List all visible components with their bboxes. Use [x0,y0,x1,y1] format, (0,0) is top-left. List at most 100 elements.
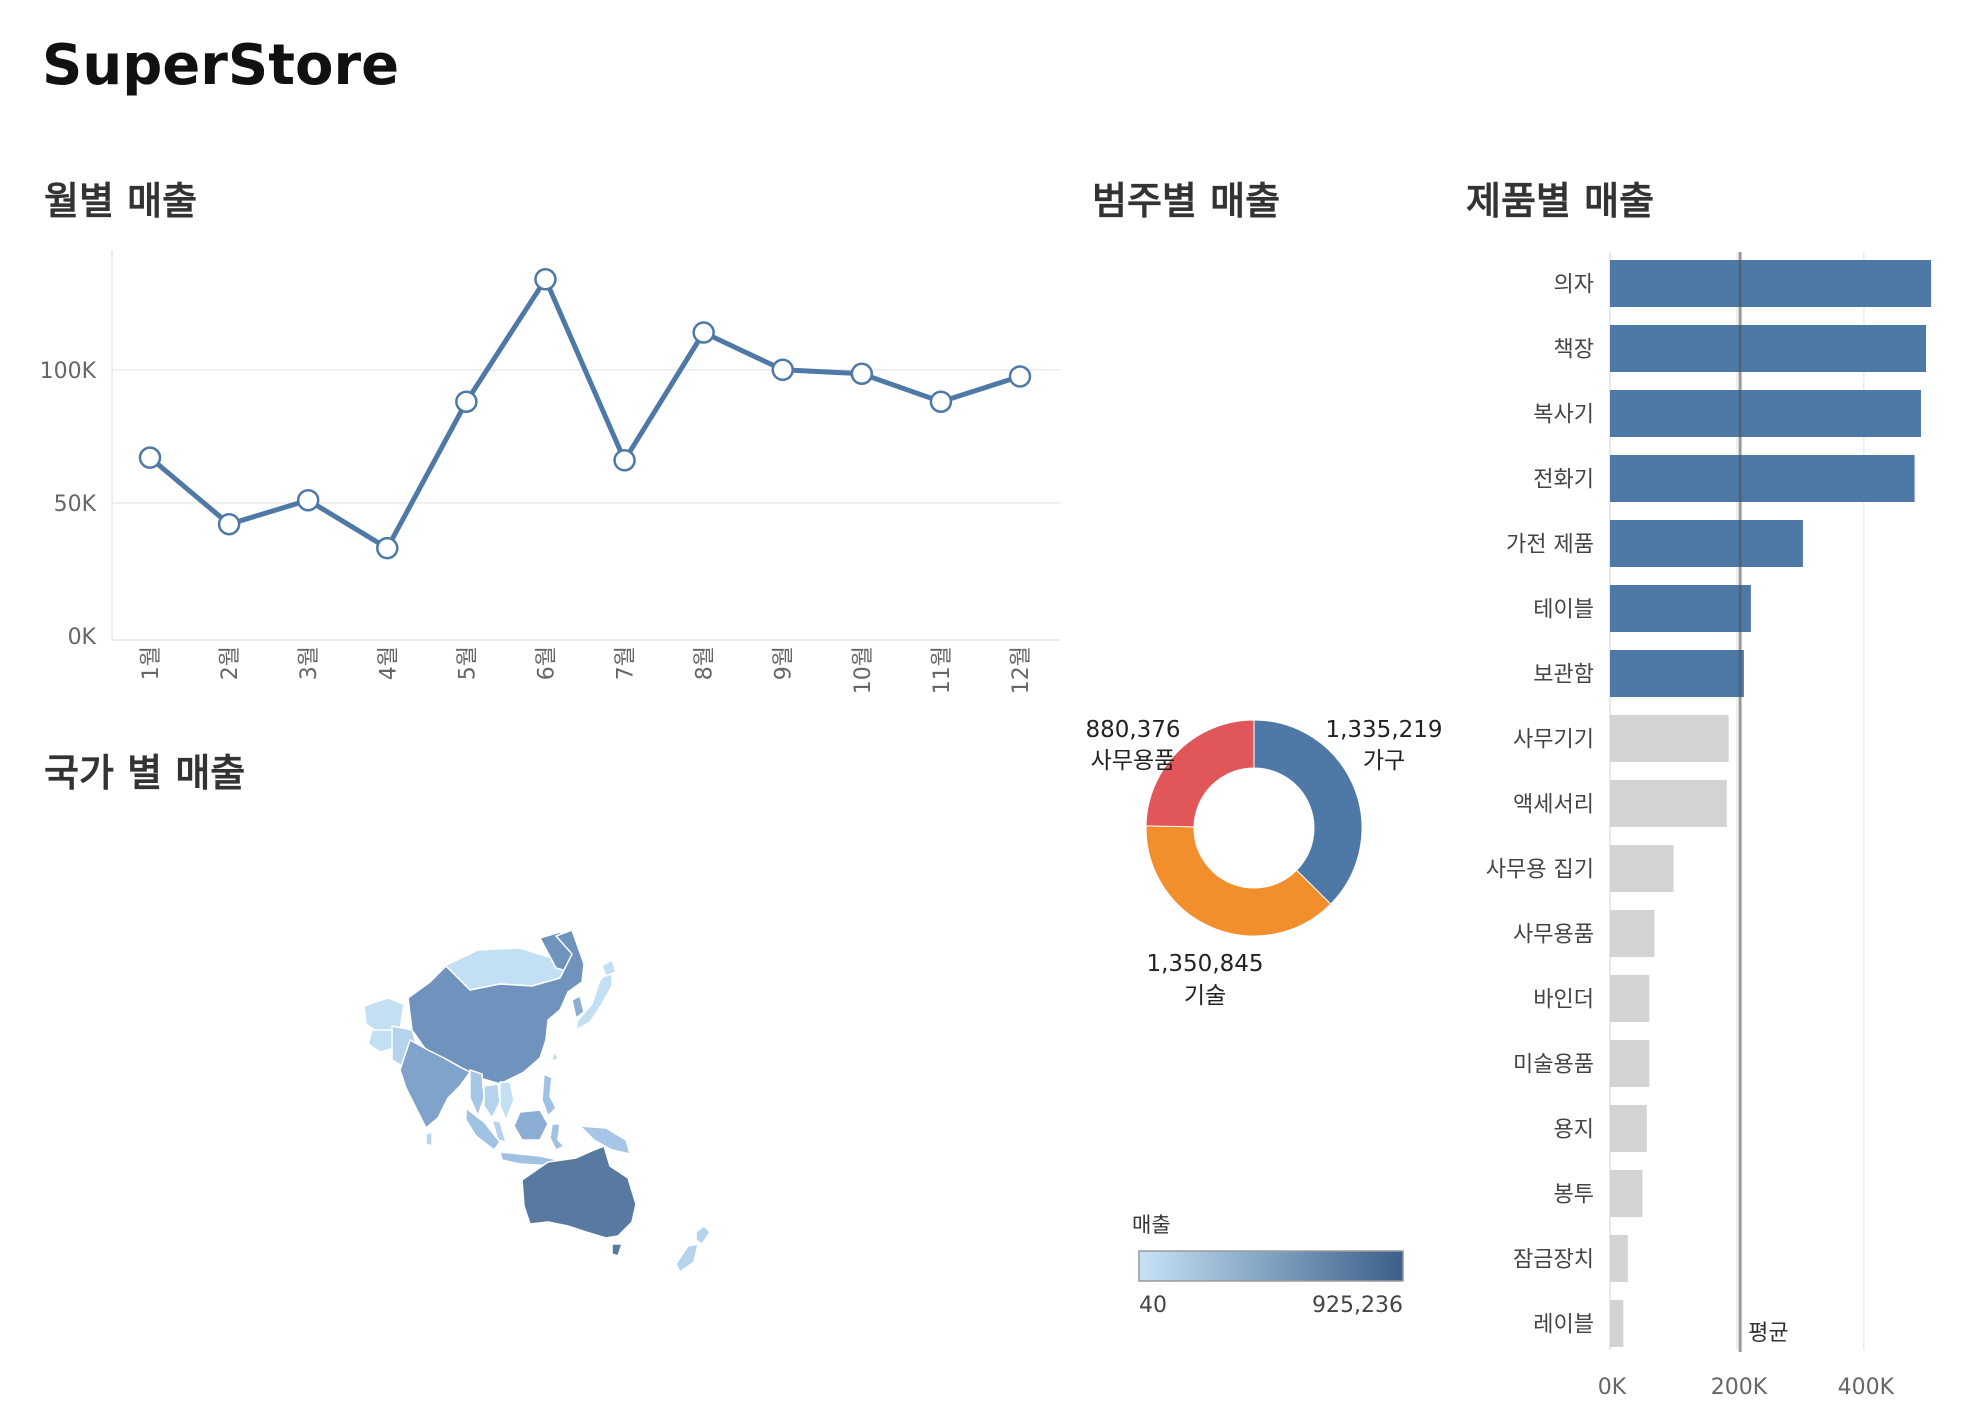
donut-category-office-supplies: 사무용품 [1091,748,1176,774]
monthly-x-tick-label: 5월 [455,646,480,680]
donut-category-furniture: 가구 [1363,748,1405,774]
monthly-point[interactable] [376,536,399,560]
donut-value-technology: 1,350,845 [1146,951,1263,977]
product-bar[interactable] [1610,1235,1628,1282]
product-label: 보관함 [1533,663,1594,688]
product-bar[interactable] [1610,1170,1643,1217]
donut-slice-furniture[interactable] [1253,719,1363,905]
category-sales-title: 범주별 매출 [1092,179,1280,223]
map-region-tasmania[interactable] [611,1243,623,1257]
legend-max-label: 925,236 [1312,1293,1403,1318]
map-region-sulawesi[interactable] [549,1123,565,1151]
product-label: 바인더 [1533,988,1594,1013]
product-label: 사무용품 [1513,923,1594,948]
product-label: 봉투 [1554,1183,1594,1208]
product-x-axis: 0K 200K 400K [1598,1375,1895,1400]
product-label: 레이블 [1533,1313,1594,1338]
map-region-japan-hokkaido[interactable] [601,959,617,977]
product-x-tick-label: 200K [1711,1375,1768,1400]
product-bar[interactable] [1610,650,1744,697]
product-bar[interactable] [1610,780,1727,827]
legend-title: 매출 [1132,1213,1171,1237]
monthly-x-tick-label: 9월 [772,646,797,680]
monthly-point[interactable] [534,268,557,291]
monthly-line-chart: 0K 50K 100K 1월 2월 3월 4월 5월 6월 7월 8월 9월 10월 11월 12월 [40,250,1060,694]
map-color-legend: 매출 40 925,236 [1132,1213,1404,1318]
monthly-point[interactable] [217,512,241,536]
product-label: 복사기 [1533,403,1594,428]
map-region-new-zealand-north[interactable] [695,1225,711,1245]
product-label: 사무기기 [1513,728,1594,753]
product-bar[interactable] [1610,325,1927,372]
monthly-point[interactable] [613,449,636,472]
product-label: 전화기 [1533,468,1594,493]
monthly-y-axis: 0K 50K 100K [40,359,97,650]
product-bar[interactable] [1610,1105,1647,1152]
monthly-x-tick-label: 10월 [851,646,876,694]
donut-slice-technology[interactable] [1145,825,1332,937]
product-category-labels: 의자책장복사기전화기가전 제품테이블보관함사무기기액세서리사무용 집기사무용품바… [1486,273,1594,1338]
map-region-myanmar[interactable] [469,1069,485,1117]
product-bar[interactable] [1610,455,1915,502]
country-sales-title: 국가 별 매출 [44,751,245,795]
legend-gradient-bar [1138,1250,1404,1282]
monthly-y-tick-label: 50K [54,492,97,517]
product-bar[interactable] [1610,845,1674,892]
monthly-gridlines [111,250,1060,641]
product-bar[interactable] [1610,260,1932,307]
map-region-philippines[interactable] [541,1073,557,1117]
map-region-taiwan[interactable] [551,1051,559,1063]
monthly-x-tick-label: 7월 [614,646,639,680]
monthly-x-tick-label: 4월 [376,646,401,680]
donut-label-office-supplies: 880,376 사무용품 [1085,717,1180,774]
product-label: 테이블 [1533,598,1594,623]
monthly-point[interactable] [929,390,953,413]
monthly-x-tick-label: 8월 [693,646,718,680]
monthly-point[interactable] [138,446,162,469]
product-bar[interactable] [1610,585,1751,632]
donut-value-office-supplies: 880,376 [1085,717,1180,743]
donut-value-furniture: 1,335,219 [1325,717,1442,743]
country-choropleth-map [363,929,711,1273]
monthly-point[interactable] [1008,365,1032,388]
monthly-point[interactable] [455,390,478,413]
monthly-point[interactable] [850,362,874,386]
average-reference-label: 평균 [1748,1321,1788,1346]
monthly-y-tick-label: 100K [40,359,97,384]
map-region-sri-lanka[interactable] [425,1131,433,1147]
monthly-point[interactable] [296,488,320,512]
monthly-x-tick-label: 6월 [534,646,559,680]
product-bar[interactable] [1610,715,1729,762]
donut-label-furniture: 1,335,219 가구 [1325,717,1442,774]
product-label: 용지 [1554,1118,1594,1143]
monthly-x-tick-label: 3월 [297,646,322,680]
product-x-tick-label: 400K [1838,1375,1895,1400]
monthly-point[interactable] [771,358,794,382]
donut-slices [1145,719,1363,937]
product-bar[interactable] [1610,910,1655,957]
product-bar[interactable] [1610,1040,1650,1087]
product-bar[interactable] [1610,520,1803,567]
map-region-thailand[interactable] [483,1083,501,1119]
product-sales-title: 제품별 매출 [1466,179,1654,223]
monthly-point[interactable] [692,321,715,344]
donut-label-technology: 1,350,845 기술 [1146,951,1263,1009]
product-bar[interactable] [1610,1300,1624,1347]
product-bars [1610,260,1932,1347]
map-region-borneo[interactable] [513,1109,549,1141]
dashboard-title: SuperStore [42,33,399,98]
product-label: 사무용 집기 [1486,858,1594,883]
monthly-y-tick-label: 0K [68,625,97,650]
monthly-points [138,268,1032,560]
product-label: 액세서리 [1513,793,1594,818]
product-bar-chart: 의자책장복사기전화기가전 제품테이블보관함사무기기액세서리사무용 집기사무용품바… [1486,252,1932,1400]
monthly-x-tick-label: 1월 [139,646,164,680]
monthly-x-axis: 1월 2월 3월 4월 5월 6월 7월 8월 9월 10월 11월 12월 [139,646,1034,694]
product-bar[interactable] [1610,390,1921,437]
map-region-vietnam[interactable] [499,1081,515,1121]
superstore-dashboard: SuperStore 월별 매출 범주별 매출 제품별 매출 국가 별 매출 0… [40,33,1932,1400]
monthly-x-tick-label: 2월 [218,646,243,680]
product-bar[interactable] [1610,975,1650,1022]
category-donut-chart: 1,335,219 가구 1,350,845 기술 880,376 사무용품 [1085,717,1442,1009]
map-region-new-zealand-south[interactable] [675,1243,699,1273]
